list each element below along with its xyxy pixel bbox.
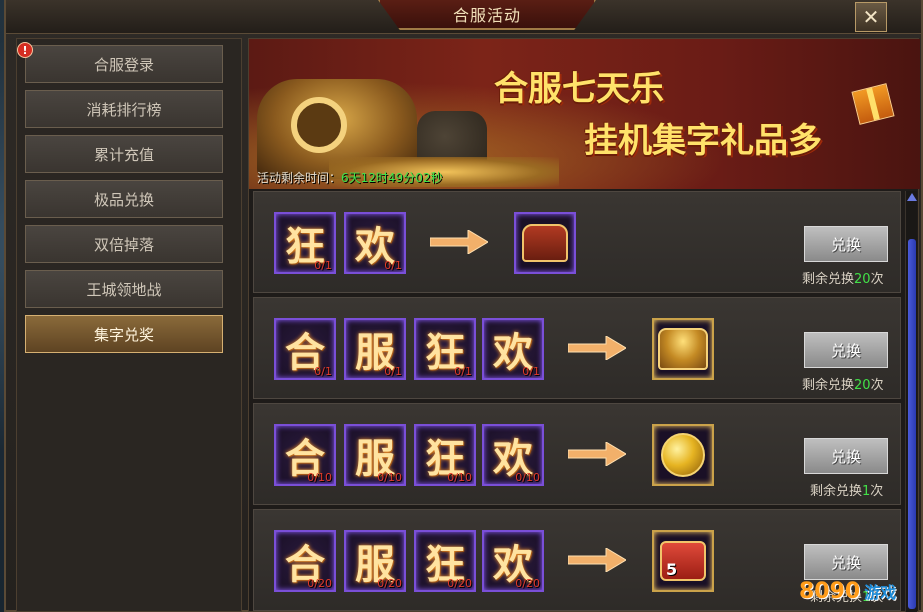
word-tile: 狂 0/10 (414, 424, 476, 486)
word-tile: 服 0/10 (344, 424, 406, 486)
nav-item-label: 消耗排行榜 (86, 100, 162, 119)
title-plate: 合服活动 (378, 0, 596, 30)
word-tile: 服 0/20 (344, 530, 406, 592)
scroll-thumb[interactable] (908, 239, 916, 609)
activity-nav: 合服登录 消耗排行榜 累计充值 极品兑换 双倍掉落 王城领地战 集字兑奖 (16, 38, 242, 612)
word-tile: 欢 0/1 (482, 318, 544, 380)
watermark-number: 8090 (799, 578, 861, 604)
remaining-suffix: 次 (870, 272, 884, 287)
gift-box-icon (851, 83, 895, 125)
remaining-suffix: 次 (870, 484, 884, 499)
banner-subheadline: 挂机集字礼品多 (584, 121, 822, 161)
site-watermark: 8090 游戏 (799, 576, 911, 606)
word-tile: 欢 0/20 (482, 530, 544, 592)
arrow-right-icon (568, 548, 626, 572)
reward-tile[interactable] (514, 212, 576, 274)
nav-item-label: 集字兑奖 (93, 325, 154, 344)
word-count: 0/20 (307, 577, 332, 590)
banner-headline: 合服七天乐 (494, 69, 664, 109)
nav-item-royal-city-war[interactable]: 王城领地战 (25, 270, 223, 308)
remaining-prefix: 剩余兑换 (802, 272, 855, 287)
word-count: 0/1 (522, 365, 540, 378)
arrow-right-icon (430, 230, 488, 254)
nav-item-label: 双倍掉落 (93, 235, 154, 254)
watermark-text: 游戏 (864, 583, 897, 602)
event-banner: 合服七天乐 挂机集字礼品多 活动剩余时间：6天12时49分02秒 (249, 39, 920, 189)
word-tile: 狂 0/20 (414, 530, 476, 592)
nav-item-label: 王城领地战 (86, 280, 162, 299)
alert-badge-icon: ! (17, 42, 33, 58)
exchange-button[interactable]: 兑换 (804, 332, 888, 368)
exchange-row: 合 0/1 服 0/1 狂 0/1 欢 0/1 兑换 剩余兑换20次 (253, 297, 901, 399)
word-count: 0/10 (307, 471, 332, 484)
reward-tile[interactable] (652, 318, 714, 380)
title-bar: 合服活动 ✕ (6, 0, 921, 34)
reward-count: 5 (666, 560, 678, 579)
red-chest-icon (522, 224, 568, 262)
exchange-button[interactable]: 兑换 (804, 544, 888, 580)
nav-item-label: 合服登录 (93, 55, 154, 74)
word-count: 0/20 (377, 577, 402, 590)
treasure-ring-icon (291, 97, 347, 153)
nav-item-double-drop[interactable]: 双倍掉落 (25, 225, 223, 263)
reward-tile[interactable] (652, 424, 714, 486)
word-count: 0/1 (314, 259, 332, 272)
remaining-prefix: 剩余兑换 (810, 484, 863, 499)
word-tile: 狂 0/1 (414, 318, 476, 380)
word-tile: 合 0/20 (274, 530, 336, 592)
close-button[interactable]: ✕ (855, 2, 887, 32)
word-tile: 欢 0/1 (344, 212, 406, 274)
content-panel: 合服七天乐 挂机集字礼品多 活动剩余时间：6天12时49分02秒 狂 0/1 欢… (248, 38, 920, 612)
window-title: 合服活动 (452, 6, 521, 25)
arrow-right-icon (568, 442, 626, 466)
word-tile: 合 0/10 (274, 424, 336, 486)
remaining-prefix: 剩余兑换 (802, 378, 855, 393)
word-tile: 服 0/1 (344, 318, 406, 380)
word-count: 0/1 (384, 259, 402, 272)
word-count: 0/20 (515, 577, 540, 590)
word-count: 0/1 (314, 365, 332, 378)
gold-orb-icon (661, 433, 705, 477)
exchange-row: 合 0/10 服 0/10 狂 0/10 欢 0/10 兑换 剩余兑换1次 (253, 403, 901, 505)
nav-item-label: 累计充值 (93, 145, 154, 164)
countdown-value: 6天12时49分02秒 (341, 171, 443, 185)
remaining-num: 20 (854, 272, 871, 287)
gold-chest-icon (658, 328, 708, 370)
scrollbar[interactable] (905, 191, 917, 612)
reward-tile[interactable]: 5 (652, 530, 714, 592)
remaining-count: 剩余兑换1次 (810, 480, 883, 499)
scroll-up-icon[interactable] (907, 193, 917, 201)
close-icon: ✕ (862, 5, 880, 29)
word-count: 0/1 (454, 365, 472, 378)
word-count: 0/1 (384, 365, 402, 378)
nav-item-label: 极品兑换 (93, 190, 154, 209)
nav-item-premium-exchange[interactable]: 极品兑换 (25, 180, 223, 218)
exchange-button[interactable]: 兑换 (804, 226, 888, 262)
remaining-num: 20 (854, 378, 871, 393)
word-tile: 欢 0/10 (482, 424, 544, 486)
nav-item-cumulative-recharge[interactable]: 累计充值 (25, 135, 223, 173)
word-count: 0/10 (447, 471, 472, 484)
word-count: 0/10 (377, 471, 402, 484)
arrow-right-icon (568, 336, 626, 360)
word-count: 0/20 (447, 577, 472, 590)
remaining-suffix: 次 (870, 378, 884, 393)
countdown: 活动剩余时间：6天12时49分02秒 (257, 169, 442, 186)
word-count: 0/10 (515, 471, 540, 484)
nav-item-merge-login[interactable]: 合服登录 (25, 45, 223, 83)
word-tile: 狂 0/1 (274, 212, 336, 274)
exchange-list: 狂 0/1 欢 0/1 兑换 剩余兑换20次 合 0/1 服 0/1 狂 0/1… (249, 191, 903, 612)
remaining-count: 剩余兑换20次 (802, 268, 884, 287)
remaining-count: 剩余兑换20次 (802, 374, 884, 393)
word-tile: 合 0/1 (274, 318, 336, 380)
nav-item-spend-ranking[interactable]: 消耗排行榜 (25, 90, 223, 128)
red-box-icon: 5 (660, 541, 706, 581)
activity-window: 合服活动 ✕ ! 合服登录 消耗排行榜 累计充值 极品兑换 双倍掉落 王城领地战… (4, 0, 923, 612)
exchange-button[interactable]: 兑换 (804, 438, 888, 474)
countdown-label: 活动剩余时间： (257, 171, 342, 185)
nav-item-collect-words[interactable]: 集字兑奖 (25, 315, 223, 353)
exchange-row: 狂 0/1 欢 0/1 兑换 剩余兑换20次 (253, 191, 901, 293)
